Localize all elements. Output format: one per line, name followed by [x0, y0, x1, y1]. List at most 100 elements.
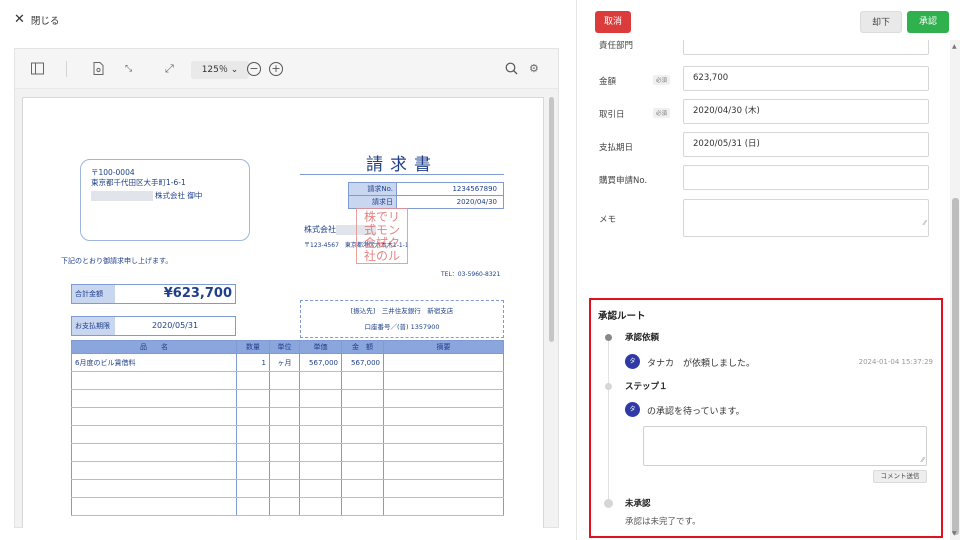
close-label: 閉じる [30, 16, 60, 27]
table-cell [383, 497, 504, 516]
table-cell [383, 389, 504, 408]
transaction-date-field[interactable]: 2020/04/30 (木) [683, 99, 929, 124]
table-cell: 6月度のビル賃借料 [71, 353, 237, 372]
total-label: 合計金額 [72, 285, 115, 303]
comment-input[interactable]: ⁄⁄ [643, 426, 927, 466]
viewer-scrollbar[interactable] [549, 97, 554, 342]
due-label: お支払期限 [72, 317, 115, 335]
resize-handle-icon[interactable]: ⁄⁄ [924, 212, 926, 235]
waiting-message: の承認を待っています。 [647, 407, 745, 417]
timeline-line [608, 338, 609, 506]
stage-unapproved: 未承認 [625, 499, 651, 509]
due-value: 2020/05/31 [151, 321, 199, 330]
invoice-date-label: 請求日 [348, 195, 397, 209]
col-unit: 単位 [269, 340, 300, 354]
send-comment-button[interactable]: コメント送信 [873, 470, 927, 483]
table-row [71, 443, 504, 462]
document-icon[interactable] [93, 62, 104, 79]
required-badge: 必須 [653, 75, 671, 85]
due-date-box: お支払期限 2020/05/31 [71, 316, 236, 336]
postal-code: 〒100-0004 [91, 168, 135, 177]
table-cell [269, 425, 300, 444]
table-cell: 567,000 [341, 353, 384, 372]
sidebar-toggle-icon[interactable] [31, 62, 44, 79]
panel-scrollbar[interactable]: ▲ ▼ [950, 40, 960, 540]
close-button[interactable]: ✕ 閉じる [14, 13, 59, 27]
search-icon[interactable] [505, 62, 518, 79]
table-cell [383, 479, 504, 498]
table-cell [71, 479, 237, 498]
table-cell [341, 407, 384, 426]
zoom-select[interactable]: 125％ ⌄ [191, 61, 249, 79]
table-cell [71, 425, 237, 444]
reject-button[interactable]: 却下 [860, 11, 902, 33]
scrollbar-thumb[interactable] [952, 198, 959, 535]
zoom-out-icon[interactable]: − [247, 62, 261, 76]
table-cell [269, 389, 300, 408]
form-scroll-area: 責任部門 金額 必須 623,700 取引日 必須 2020/04/30 (木)… [577, 40, 947, 540]
table-cell [383, 461, 504, 480]
scroll-up-icon[interactable]: ▲ [952, 43, 957, 50]
col-remarks: 摘要 [383, 340, 504, 354]
invoice-page: 〒100-0004 東京都千代田区大手町1-6-1 株式会社 御中 請求書 請求… [22, 97, 544, 528]
amount-field[interactable]: 623,700 [683, 66, 929, 91]
request-message: タナカ が依頼しました。 [647, 359, 756, 369]
table-cell [299, 425, 342, 444]
memo-field[interactable]: ⁄⁄ [683, 199, 929, 237]
approval-route-title: 承認ルート [598, 311, 646, 322]
invoice-no-label: 請求No. [348, 182, 397, 196]
bank-line-1: [振込先] 三井住友銀行 新宿支店 [350, 307, 454, 315]
line-items-table: 品 名 数量 単位 単価 金 額 摘要 6月度のビル賃借料 1 ヶ月 567,000 5… [71, 340, 504, 516]
table-row [71, 407, 504, 426]
app-root: ✕ 閉じる ⤡ ⤢ 125％ ⌄ − + ⚙ 〒100-0004 東京都千代田区… [0, 0, 960, 540]
scroll-down-icon[interactable]: ▼ [952, 530, 957, 537]
bank-info-box: [振込先] 三井住友銀行 新宿支店 口座番号／(普) 1357900 [300, 300, 504, 338]
page-area: 〒100-0004 東京都千代田区大手町1-6-1 株式会社 御中 請求書 請求… [15, 90, 555, 528]
table-cell [71, 497, 237, 516]
settings-icon[interactable]: ⚙ [529, 62, 539, 76]
chevron-down-icon: ⌄ [227, 65, 239, 75]
due-date-field[interactable]: 2020/05/31 (日) [683, 132, 929, 157]
purchase-no-field[interactable] [683, 165, 929, 190]
approve-button[interactable]: 承認 [907, 11, 949, 33]
table-cell [299, 497, 342, 516]
unapproved-status: 承認は未完了です。 [625, 517, 701, 527]
table-cell [299, 389, 342, 408]
invoice-info-table: 請求No. 1234567890 請求日 2020/04/30 [348, 182, 504, 209]
bank-line-2: 口座番号／(普) 1357900 [364, 323, 440, 331]
zoom-in-icon[interactable]: + [269, 62, 283, 76]
invoice-note: 下記のとおり御請求申し上げます。 [61, 257, 173, 265]
fit-page-icon[interactable]: ⤡ [125, 62, 132, 76]
total-amount-box: 合計金額 ¥623,700 [71, 284, 236, 304]
table-row [71, 425, 504, 444]
table-cell [269, 497, 300, 516]
table-cell [299, 371, 342, 390]
table-cell [236, 371, 270, 390]
table-row [71, 479, 504, 498]
table-cell [299, 461, 342, 480]
table-cell [341, 371, 384, 390]
table-row [71, 461, 504, 480]
table-cell: 1 [236, 353, 270, 372]
user-avatar: タ [625, 402, 640, 417]
pdf-viewer: ⤡ ⤢ 125％ ⌄ − + ⚙ 〒100-0004 東京都千代田区大手町1-6… [14, 48, 559, 528]
stage-request: 承認依頼 [625, 333, 660, 343]
table-cell [299, 407, 342, 426]
expand-icon[interactable]: ⤢ [165, 62, 174, 76]
table-cell [341, 425, 384, 444]
resize-handle-icon[interactable]: ⁄⁄ [922, 456, 924, 464]
col-unit-price: 単価 [299, 340, 342, 354]
table-cell [71, 371, 237, 390]
title-underline [300, 174, 504, 175]
cancel-button[interactable]: 取消 [595, 11, 631, 33]
table-row: 6月度のビル賃借料 1 ヶ月 567,000 567,000 [71, 353, 504, 372]
department-field[interactable] [683, 40, 929, 55]
table-row [71, 371, 504, 390]
col-amount: 金 額 [341, 340, 384, 354]
issuer-prefix: 株式会社 [304, 225, 336, 234]
table-row [71, 497, 504, 516]
col-quantity: 数量 [236, 340, 270, 354]
table-cell [236, 497, 270, 516]
table-cell: 567,000 [299, 353, 342, 372]
table-cell [236, 443, 270, 462]
